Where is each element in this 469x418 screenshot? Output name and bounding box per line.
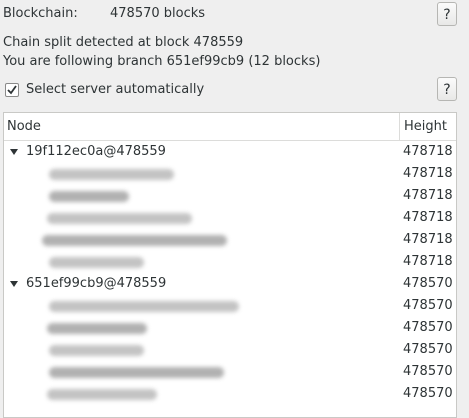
server-height: 478570 [403, 320, 453, 335]
server-row[interactable]: 478718 [4, 251, 456, 273]
branch-row[interactable]: 19f112ec0a@478559 478718 [4, 141, 456, 163]
blockchain-label: Blockchain: [3, 6, 78, 21]
server-help-button[interactable]: ? [437, 77, 457, 101]
server-height: 478718 [403, 166, 453, 181]
server-row[interactable]: 478718 [4, 229, 456, 251]
branch-label: 651ef99cb9@478559 [26, 276, 167, 291]
blockchain-help-button[interactable]: ? [437, 2, 457, 26]
server-height: 478570 [403, 298, 453, 313]
blockchain-value: 478570 blocks [110, 6, 206, 21]
redacted-server-name [47, 213, 192, 224]
server-row[interactable]: 478570 [4, 317, 456, 339]
expand-arrow-icon[interactable] [10, 149, 18, 155]
column-separator[interactable] [399, 113, 400, 140]
redacted-server-name [49, 191, 129, 202]
server-row[interactable]: 478570 [4, 361, 456, 383]
expand-arrow-icon[interactable] [10, 281, 18, 287]
redacted-server-name [49, 301, 239, 312]
checkmark-icon [7, 85, 17, 95]
following-branch-status: You are following branch 651ef99cb9 (12 … [3, 54, 321, 69]
server-height: 478718 [403, 188, 453, 203]
server-row[interactable]: 478718 [4, 163, 456, 185]
select-server-label[interactable]: Select server automatically [26, 82, 204, 97]
redacted-server-name [47, 389, 157, 400]
server-height: 478570 [403, 364, 453, 379]
server-height: 478718 [403, 232, 453, 247]
server-row[interactable]: 478718 [4, 207, 456, 229]
server-row[interactable]: 478570 [4, 295, 456, 317]
redacted-server-name [49, 169, 174, 180]
tree-header: Node Height [4, 113, 456, 141]
branch-height: 478718 [403, 144, 453, 159]
redacted-server-name [49, 345, 144, 356]
server-height: 478570 [403, 386, 453, 401]
server-height: 478570 [403, 342, 453, 357]
server-row[interactable]: 478718 [4, 185, 456, 207]
branch-height: 478570 [403, 276, 453, 291]
select-server-checkbox[interactable] [5, 83, 19, 97]
branch-row[interactable]: 651ef99cb9@478559 478570 [4, 273, 456, 295]
column-header-node[interactable]: Node [7, 119, 41, 134]
server-height: 478718 [403, 210, 453, 225]
server-height: 478718 [403, 254, 453, 269]
server-row[interactable]: 478570 [4, 383, 456, 405]
redacted-server-name [49, 367, 224, 378]
chain-split-status: Chain split detected at block 478559 [3, 35, 244, 50]
server-tree[interactable]: Node Height 19f112ec0a@478559 478718 478… [3, 112, 457, 418]
branch-label: 19f112ec0a@478559 [26, 144, 166, 159]
redacted-server-name [42, 235, 227, 246]
column-header-height[interactable]: Height [404, 119, 447, 134]
server-row[interactable]: 478570 [4, 339, 456, 361]
redacted-server-name [49, 257, 144, 268]
redacted-server-name [47, 323, 147, 334]
